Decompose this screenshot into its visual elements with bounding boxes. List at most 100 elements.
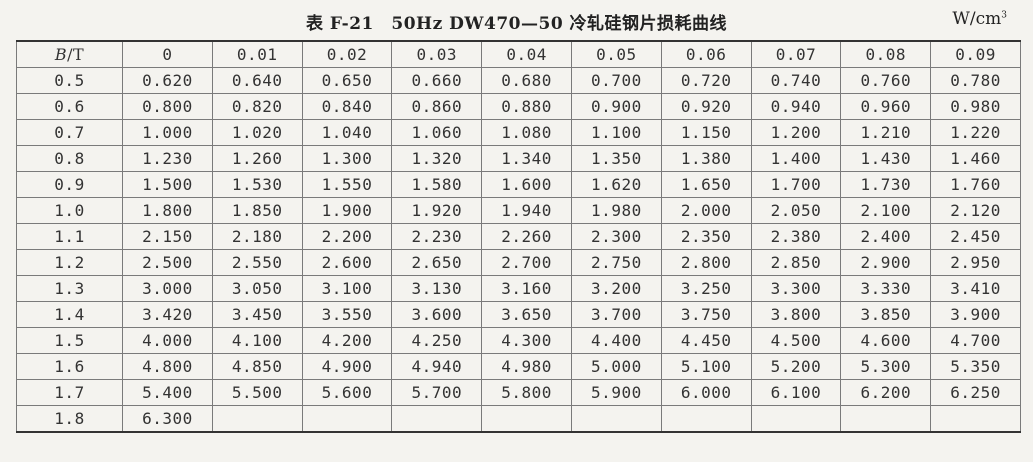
- loss-cell: 3.700: [570, 301, 662, 328]
- loss-cell: 5.900: [570, 379, 662, 406]
- table-title: 表 F-21 50Hz DW470—50 冷轧硅钢片损耗曲线: [305, 14, 728, 34]
- loss-cell: 0.620: [122, 67, 213, 94]
- loss-cell: 1.430: [840, 145, 932, 172]
- column-header: 0.09: [930, 40, 1021, 68]
- loss-cell: 3.450: [211, 301, 303, 328]
- row-header-b: 1.5: [16, 327, 123, 354]
- loss-cell: 6.200: [840, 379, 932, 406]
- loss-cell: 2.200: [301, 223, 393, 250]
- loss-cell: 1.600: [481, 171, 572, 198]
- column-header: 0.06: [660, 40, 752, 68]
- loss-cell: 2.500: [122, 249, 213, 276]
- loss-cell: 1.920: [391, 197, 483, 224]
- loss-cell: 1.100: [570, 119, 662, 146]
- row-header-b: 0.9: [16, 171, 123, 198]
- loss-cell: 0.720: [660, 67, 752, 94]
- loss-cell: 3.100: [301, 275, 393, 302]
- loss-cell: 1.380: [660, 145, 752, 172]
- column-header: 0: [122, 40, 213, 68]
- row-header-b: 1.8: [16, 405, 123, 433]
- title-row: 表 F-21 50Hz DW470—50 冷轧硅钢片损耗曲线 W/cm3: [0, 0, 1033, 40]
- unit-exponent: 3: [1001, 10, 1007, 21]
- loss-cell: 1.210: [840, 119, 932, 146]
- loss-cell: 4.500: [750, 327, 842, 354]
- loss-cell: [840, 405, 932, 433]
- loss-cell: 1.040: [301, 119, 393, 146]
- loss-cell: 2.100: [840, 197, 932, 224]
- loss-cell: 4.300: [481, 327, 572, 354]
- loss-cell: 6.100: [750, 379, 842, 406]
- loss-cell: 4.700: [930, 327, 1021, 354]
- loss-cell: 0.650: [301, 67, 393, 94]
- loss-cell: 2.230: [391, 223, 483, 250]
- row-header-b: 1.4: [16, 301, 123, 328]
- loss-cell: 0.820: [211, 93, 303, 120]
- loss-cell: 4.400: [570, 327, 662, 354]
- loss-table: B/T 0 0.01 0.02 0.03 0.04 0.05 0.06 0.07…: [16, 40, 1021, 433]
- loss-cell: 1.000: [122, 119, 213, 146]
- loss-cell: 1.620: [570, 171, 662, 198]
- loss-cell: [570, 405, 662, 433]
- loss-cell: 0.840: [301, 93, 393, 120]
- loss-cell: 1.460: [930, 145, 1021, 172]
- table-row: 0.5 0.620 0.640 0.650 0.660 0.680 0.700 0.720 0.…: [16, 67, 1021, 94]
- loss-cell: 0.780: [930, 67, 1021, 94]
- loss-cell: 4.000: [122, 327, 213, 354]
- loss-cell: 2.600: [301, 249, 393, 276]
- loss-cell: 0.980: [930, 93, 1021, 120]
- table-row: 1.0 1.800 1.850 1.900 1.920 1.940 1.980 2.000 2.…: [16, 197, 1021, 224]
- loss-cell: 0.680: [481, 67, 572, 94]
- loss-cell: 1.080: [481, 119, 572, 146]
- table-row: 1.4 3.420 3.450 3.550 3.600 3.650 3.700 3.750 3.…: [16, 301, 1021, 328]
- table-row: 1.6 4.800 4.850 4.900 4.940 4.980 5.000 5.100 5.…: [16, 353, 1021, 380]
- column-header: 0.05: [570, 40, 662, 68]
- loss-cell: 2.400: [840, 223, 932, 250]
- loss-cell: 4.450: [660, 327, 752, 354]
- loss-cell: 4.900: [301, 353, 393, 380]
- loss-cell: 3.130: [391, 275, 483, 302]
- loss-cell: 3.800: [750, 301, 842, 328]
- loss-cell: 0.960: [840, 93, 932, 120]
- table-row: 1.3 3.000 3.050 3.100 3.130 3.160 3.200 3.250 3.…: [16, 275, 1021, 302]
- loss-cell: 5.200: [750, 353, 842, 380]
- loss-cell: 5.000: [570, 353, 662, 380]
- loss-cell: 1.940: [481, 197, 572, 224]
- table-row: 0.8 1.230 1.260 1.300 1.320 1.340 1.350 1.380 1.…: [16, 145, 1021, 172]
- table-row: 1.7 5.400 5.500 5.600 5.700 5.800 5.900 6.000 6.…: [16, 379, 1021, 406]
- column-header: 0.04: [481, 40, 572, 68]
- loss-cell: 2.000: [660, 197, 752, 224]
- column-header: 0.01: [211, 40, 303, 68]
- loss-cell: 2.380: [750, 223, 842, 250]
- loss-cell: 6.300: [122, 405, 213, 433]
- loss-cell: 3.200: [570, 275, 662, 302]
- loss-cell: 1.650: [660, 171, 752, 198]
- loss-cell: [660, 405, 752, 433]
- table-row: 1.2 2.500 2.550 2.600 2.650 2.700 2.750 2.800 2.…: [16, 249, 1021, 276]
- loss-cell: 2.350: [660, 223, 752, 250]
- unit-label: W/cm3: [952, 9, 1007, 29]
- loss-cell: 5.700: [391, 379, 483, 406]
- column-header: 0.02: [301, 40, 393, 68]
- loss-cell: 1.200: [750, 119, 842, 146]
- row-header-b: 1.0: [16, 197, 123, 224]
- loss-cell: 2.450: [930, 223, 1021, 250]
- corner-header: B/T: [16, 40, 123, 68]
- table-row: 1.8 6.300: [16, 405, 1021, 433]
- loss-cell: 0.860: [391, 93, 483, 120]
- loss-cell: 4.980: [481, 353, 572, 380]
- row-header-b: 1.2: [16, 249, 123, 276]
- column-header: 0.03: [391, 40, 483, 68]
- loss-cell: 0.660: [391, 67, 483, 94]
- column-header: 0.07: [750, 40, 842, 68]
- loss-cell: 1.400: [750, 145, 842, 172]
- loss-cell: 0.760: [840, 67, 932, 94]
- loss-cell: 1.550: [301, 171, 393, 198]
- loss-cell: 1.020: [211, 119, 303, 146]
- loss-cell: [750, 405, 842, 433]
- header-row: B/T 0 0.01 0.02 0.03 0.04 0.05 0.06 0.07…: [16, 40, 1021, 68]
- loss-cell: 5.100: [660, 353, 752, 380]
- loss-cell: 4.250: [391, 327, 483, 354]
- loss-cell: 2.050: [750, 197, 842, 224]
- loss-cell: 1.800: [122, 197, 213, 224]
- loss-cell: 1.300: [301, 145, 393, 172]
